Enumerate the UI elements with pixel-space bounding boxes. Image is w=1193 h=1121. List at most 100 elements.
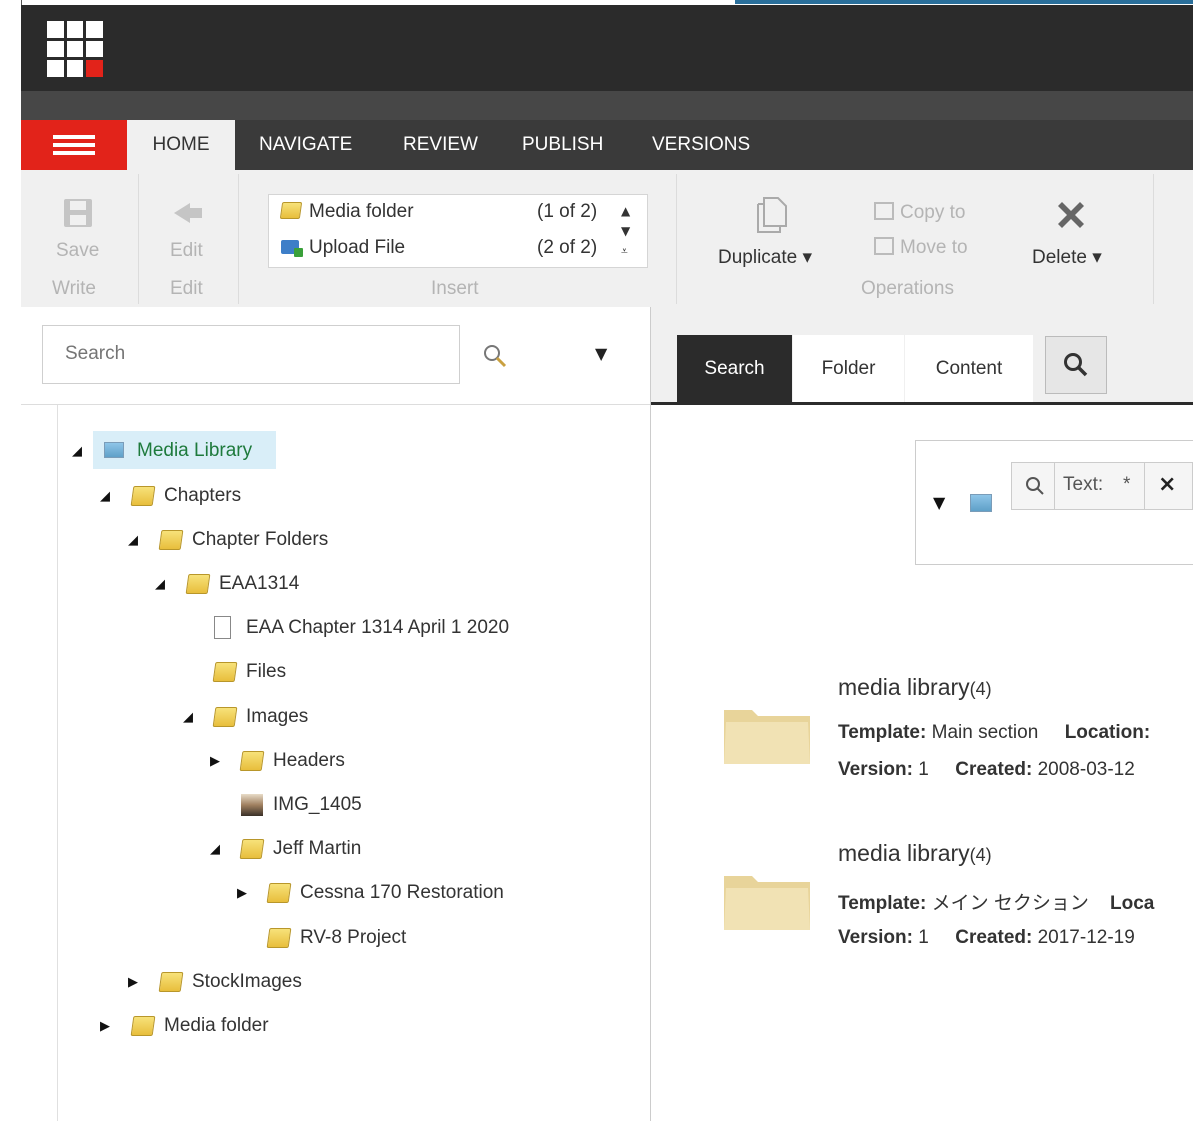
tab-search[interactable]: Search xyxy=(677,335,792,403)
filter-chip-label: Text: xyxy=(1063,474,1104,495)
filter-dropdown-chevron-down-icon[interactable]: ▼ xyxy=(933,493,945,512)
tree-item-label: Cessna 170 Restoration xyxy=(300,882,504,903)
tree-item-label: RV-8 Project xyxy=(300,927,407,948)
gallery-scroll-icon[interactable]: ▲ ▼ ⩡ xyxy=(621,201,630,261)
search-options-chevron-down-icon[interactable]: ▼ xyxy=(595,344,607,363)
search-result-meta: Version: 1 Created: 2017-12-19 xyxy=(838,927,1135,948)
tree-item-label: Media folder xyxy=(164,1015,269,1036)
tree-item-label: Chapter Folders xyxy=(192,529,329,550)
filter-chip-value: * xyxy=(1123,474,1131,495)
edit-group-label: Edit xyxy=(170,278,203,299)
delete-icon[interactable] xyxy=(1052,196,1090,234)
tab-folder[interactable]: Folder xyxy=(793,335,904,403)
close-icon[interactable]: × xyxy=(1158,472,1176,497)
folder-icon xyxy=(158,530,184,550)
search-icon xyxy=(1026,477,1044,495)
folder-icon xyxy=(724,710,810,764)
edit-icon[interactable] xyxy=(170,198,206,228)
search-result-title[interactable]: media library(4) xyxy=(838,674,992,701)
collapse-arrow-icon[interactable]: ▶ xyxy=(208,743,222,779)
divider xyxy=(21,404,650,405)
duplicate-button[interactable]: Duplicate ▾ xyxy=(718,246,812,269)
divider xyxy=(1153,174,1154,304)
hamburger-menu-icon[interactable] xyxy=(21,120,127,170)
expand-arrow-icon[interactable]: ◢ xyxy=(98,478,112,514)
expand-arrow-icon[interactable]: ◢ xyxy=(181,699,195,735)
document-icon xyxy=(214,616,231,639)
tab-navigate[interactable]: NAVIGATE xyxy=(259,120,352,170)
tree-item-label: StockImages xyxy=(192,971,302,992)
top-bar xyxy=(21,5,1193,91)
tree-item-label: EAA1314 xyxy=(219,573,300,594)
search-filter-chip[interactable]: Text: * × xyxy=(1011,462,1193,510)
insert-item-count: (2 of 2) xyxy=(537,237,598,258)
save-button[interactable]: Save xyxy=(56,240,99,262)
tree-item-media-library[interactable]: ◢ Media Library xyxy=(70,431,280,469)
operations-group-label: Operations xyxy=(861,278,954,299)
folder-icon xyxy=(130,1016,156,1036)
folder-icon xyxy=(266,883,292,903)
folder-icon xyxy=(212,662,238,682)
search-result-meta: Template: メイン セクション Loca xyxy=(838,893,1155,914)
search-input[interactable] xyxy=(63,342,447,366)
divider xyxy=(676,174,677,304)
insert-item-label: Media folder xyxy=(309,201,414,222)
search-icon[interactable] xyxy=(481,342,509,370)
folder-icon xyxy=(158,972,184,992)
content-tree-panel xyxy=(21,307,651,1121)
collapse-arrow-icon[interactable]: ▶ xyxy=(98,1008,112,1044)
insert-gallery: Media folder (1 of 2) Upload File (2 of … xyxy=(268,194,648,268)
search-result-title[interactable]: media library(4) xyxy=(838,840,992,867)
tree-item-label: Jeff Martin xyxy=(273,838,362,859)
move-to-button[interactable]: Move to xyxy=(874,237,968,259)
tree-item-label: EAA Chapter 1314 April 1 2020 xyxy=(246,617,510,638)
tab-publish[interactable]: PUBLISH xyxy=(522,120,603,170)
folder-icon xyxy=(130,486,156,506)
upload-icon xyxy=(281,240,303,257)
media-library-icon xyxy=(970,494,992,512)
duplicate-icon[interactable] xyxy=(752,194,792,234)
sub-bar xyxy=(21,91,1193,120)
collapse-arrow-icon[interactable]: ▶ xyxy=(235,875,249,911)
tab-review[interactable]: REVIEW xyxy=(403,120,478,170)
insert-item-count: (1 of 2) xyxy=(537,201,598,222)
tree-search-box[interactable] xyxy=(42,325,460,384)
image-thumbnail-icon xyxy=(241,794,263,816)
search-icon xyxy=(1064,353,1088,377)
tab-home[interactable]: HOME xyxy=(127,120,235,170)
folder-icon xyxy=(239,839,265,859)
expand-arrow-icon[interactable]: ◢ xyxy=(126,522,140,558)
delete-button[interactable]: Delete ▾ xyxy=(1032,246,1102,269)
folder-icon xyxy=(279,202,303,219)
save-icon[interactable] xyxy=(62,197,94,229)
search-button[interactable] xyxy=(1045,336,1107,394)
expand-arrow-icon[interactable]: ◢ xyxy=(70,433,84,469)
launchpad-logo-icon[interactable] xyxy=(47,21,103,77)
insert-group-label: Insert xyxy=(431,278,479,299)
divider xyxy=(1054,463,1055,509)
search-result-meta: Version: 1 Created: 2008-03-12 xyxy=(838,759,1135,780)
folder-icon xyxy=(239,751,265,771)
edit-button[interactable]: Edit xyxy=(170,240,203,262)
tab-versions[interactable]: VERSIONS xyxy=(652,120,750,170)
tree-item-label: Headers xyxy=(273,750,345,771)
expand-arrow-icon[interactable]: ◢ xyxy=(208,831,222,867)
copy-icon xyxy=(874,202,894,220)
write-group-label: Write xyxy=(52,278,96,299)
copy-to-button[interactable]: Copy to xyxy=(874,202,965,224)
insert-item-media-folder[interactable]: Media folder xyxy=(279,201,414,223)
tree-item-label: Images xyxy=(246,706,309,727)
folder-icon xyxy=(185,574,211,594)
divider xyxy=(1144,463,1145,509)
insert-item-upload-file[interactable]: Upload File xyxy=(281,237,405,259)
folder-icon xyxy=(212,707,238,727)
expand-arrow-icon[interactable]: ◢ xyxy=(153,566,167,602)
divider xyxy=(57,405,58,1121)
insert-item-label: Upload File xyxy=(309,237,406,258)
move-icon xyxy=(874,237,894,255)
folder-icon xyxy=(266,928,292,948)
collapse-arrow-icon[interactable]: ▶ xyxy=(126,964,140,1000)
divider xyxy=(238,174,239,304)
tab-content[interactable]: Content xyxy=(905,335,1033,403)
tree-item-label: Chapters xyxy=(164,485,242,506)
